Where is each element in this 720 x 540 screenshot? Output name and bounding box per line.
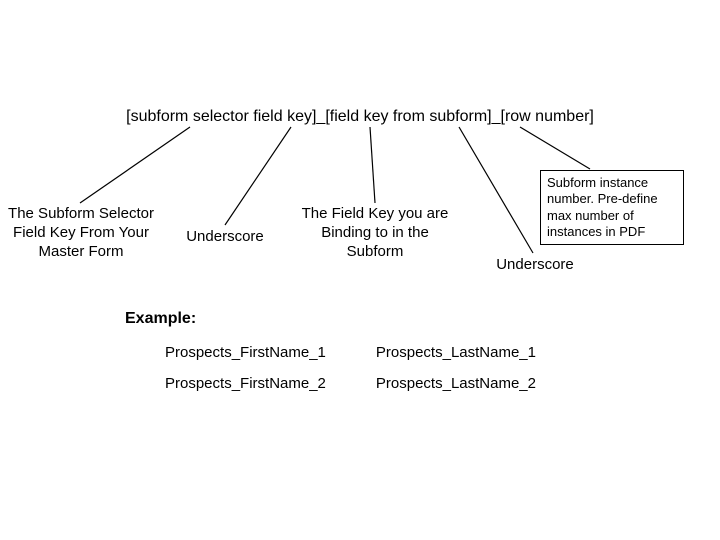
example-cell: Prospects_LastName_2 [376, 375, 537, 392]
label-underscore-1: Underscore [175, 228, 275, 247]
example-grid: Prospects_FirstName_1 Prospects_LastName… [165, 344, 537, 392]
example-cell: Prospects_LastName_1 [376, 344, 537, 361]
label-underscore-2: Underscore [485, 256, 585, 275]
label-selector-key: The Subform Selector Field Key From Your… [6, 205, 156, 261]
example-cell: Prospects_FirstName_2 [165, 375, 326, 392]
connector-lines [0, 0, 720, 540]
label-row-number-callout: Subform instance number. Pre-define max … [540, 170, 684, 245]
example-heading: Example: [125, 310, 196, 328]
example-cell: Prospects_FirstName_1 [165, 344, 326, 361]
label-field-key: The Field Key you are Binding to in the … [300, 205, 450, 261]
syntax-pattern: [subform selector field key]_[field key … [0, 108, 720, 126]
